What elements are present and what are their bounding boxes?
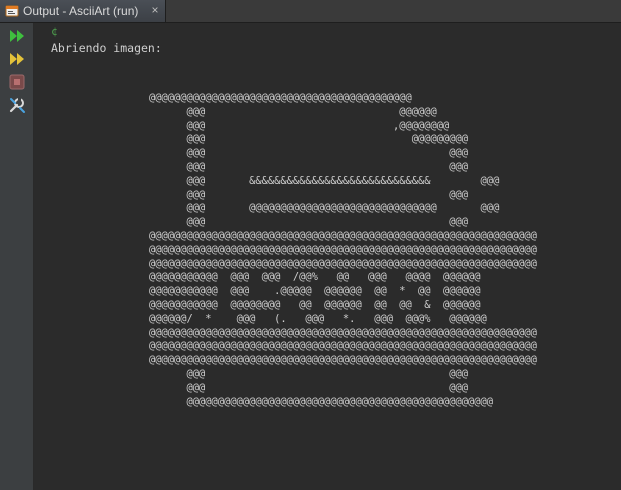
console-message: Abriendo imagen:	[51, 41, 162, 55]
tab-bar: Output - AsciiArt (run) ×	[0, 0, 621, 23]
tab-title: Output - AsciiArt (run)	[23, 4, 139, 18]
scroll-corner	[615, 484, 621, 490]
settings-icon[interactable]	[8, 96, 26, 114]
rerun-with-params-icon[interactable]	[8, 50, 26, 68]
stop-icon[interactable]	[8, 73, 26, 91]
tab-output-asciiart[interactable]: Output - AsciiArt (run) ×	[0, 0, 166, 22]
output-toolbar	[0, 23, 34, 490]
console-prefix-char: ¢	[51, 25, 58, 38]
output-window: Output - AsciiArt (run) × ¢ Abriendo ima…	[0, 0, 621, 490]
close-icon[interactable]: ×	[150, 4, 160, 16]
rerun-icon[interactable]	[8, 27, 26, 45]
console-output[interactable]: ¢ Abriendo imagen: @@@@@@@@@@@@@@@@@@@@@…	[34, 23, 621, 490]
output-window-icon	[5, 4, 19, 18]
ascii-art-output: @@@@@@@@@@@@@@@@@@@@@@@@@@@@@@@@@@@@@@@@…	[149, 92, 537, 408]
